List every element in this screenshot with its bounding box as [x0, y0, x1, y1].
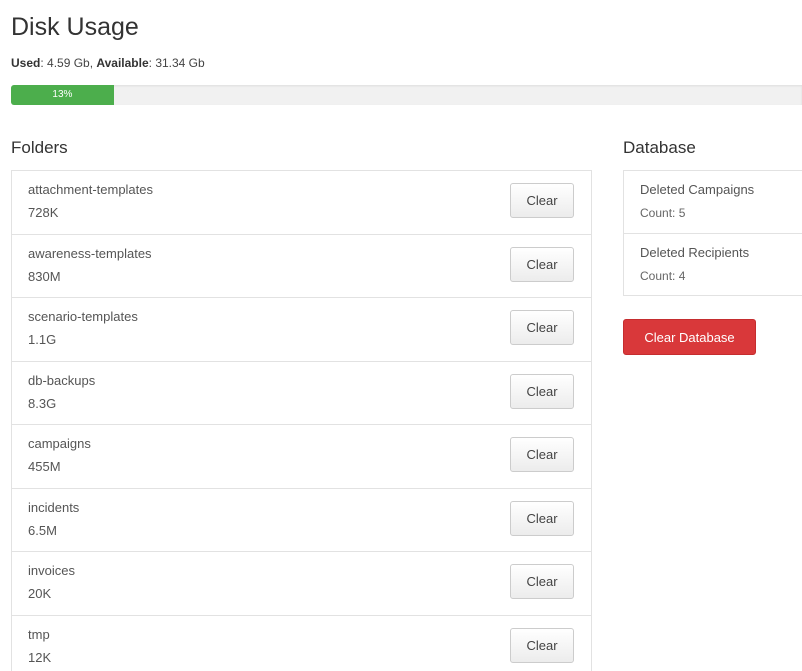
database-item-name: Deleted Campaigns [640, 182, 755, 197]
database-list: Deleted Campaigns Count: 5 Deleted Recip… [623, 170, 802, 296]
database-row: Deleted Recipients Count: 4 [624, 234, 802, 295]
used-value: 4.59 Gb [47, 56, 90, 70]
folder-size: 830M [28, 268, 61, 284]
clear-folder-button[interactable]: Clear [510, 373, 574, 409]
folder-list: attachment-templates 728K Clear awarenes… [11, 170, 592, 671]
used-label: Used [11, 56, 41, 70]
disk-usage-progress-bar: 13% [11, 85, 802, 105]
database-item-count: Count: 5 [640, 206, 686, 220]
folder-row: tmp 12K Clear [12, 616, 591, 671]
folder-size: 6.5M [28, 522, 57, 538]
folder-name: attachment-templates [28, 182, 154, 197]
folder-size: 455M [28, 459, 61, 474]
folder-row: incidents 6.5M Clear [12, 489, 591, 552]
clear-folder-button[interactable]: Clear [510, 310, 574, 345]
disk-usage-page: Disk Usage Used: 4.59 Gb, Available: 31.… [0, 0, 802, 671]
page-title: Disk Usage [11, 13, 139, 41]
clear-folder-button[interactable]: Clear [510, 564, 574, 599]
folder-size: 20K [28, 586, 52, 601]
folder-row: campaigns 455M Clear [12, 425, 591, 489]
folder-name: db-backups [28, 372, 96, 388]
disk-usage-progress-fill: 13% [11, 85, 114, 105]
usage-summary: Used: 4.59 Gb, Available: 31.34 Gb [11, 56, 205, 70]
folder-name: invoices [28, 563, 75, 578]
folder-size: 728K [28, 205, 59, 220]
folder-row: awareness-templates 830M Clear [12, 235, 591, 298]
folder-name: scenario-templates [28, 309, 138, 324]
folder-row: invoices 20K Clear [12, 552, 591, 616]
database-row: Deleted Campaigns Count: 5 [624, 171, 802, 234]
folder-size: 12K [28, 649, 52, 665]
folder-row: scenario-templates 1.1G Clear [12, 298, 591, 362]
clear-folder-button[interactable]: Clear [510, 246, 574, 282]
folder-row: attachment-templates 728K Clear [12, 171, 591, 235]
available-value: 31.34 Gb [155, 56, 205, 70]
folder-name: awareness-templates [28, 245, 152, 261]
database-heading: Database [623, 138, 696, 157]
folder-name: incidents [28, 499, 80, 515]
database-item-name: Deleted Recipients [640, 245, 750, 260]
clear-folder-button[interactable]: Clear [510, 627, 574, 663]
clear-folder-button[interactable]: Clear [510, 437, 574, 472]
folder-size: 8.3G [28, 395, 57, 411]
database-item-count: Count: 4 [640, 269, 686, 283]
clear-folder-button[interactable]: Clear [510, 183, 574, 218]
folder-row: db-backups 8.3G Clear [12, 362, 591, 425]
folder-name: campaigns [28, 436, 91, 451]
folders-heading: Folders [11, 138, 68, 157]
clear-folder-button[interactable]: Clear [510, 500, 574, 536]
clear-database-button[interactable]: Clear Database [623, 319, 756, 355]
folder-name: tmp [28, 626, 50, 642]
available-label: Available [96, 56, 149, 70]
folder-size: 1.1G [28, 332, 57, 347]
